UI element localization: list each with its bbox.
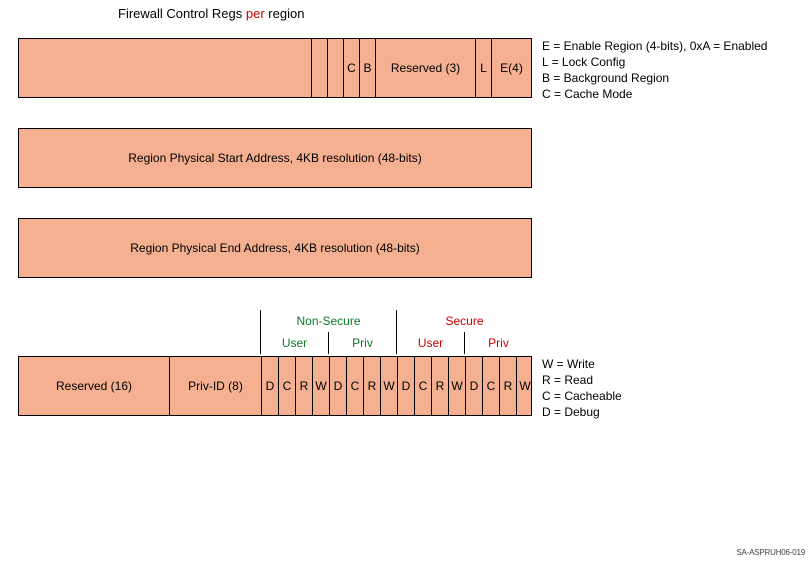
field-c: C <box>343 39 359 97</box>
field-reserved3: Reserved (3) <box>375 39 475 97</box>
title-per: per <box>246 6 265 21</box>
hdr-secure: Secure <box>396 310 532 332</box>
diagram-title: Firewall Control Regs per region <box>0 0 811 31</box>
s-user-d: D <box>397 357 414 415</box>
legend-c: C = Cache Mode <box>542 86 767 102</box>
hdr-ns-user: User <box>260 332 328 354</box>
s-priv-w: W <box>516 357 533 415</box>
figure-id: SA-ASPRUH06-019 <box>736 548 805 557</box>
s-user-r: R <box>431 357 448 415</box>
start-addr-label: Region Physical Start Address, 4KB resol… <box>128 151 421 165</box>
ns-user-w: W <box>312 357 329 415</box>
ns-priv-r: R <box>363 357 380 415</box>
title-pre: Firewall Control Regs <box>118 6 246 21</box>
hdr-s-priv: Priv <box>464 332 532 354</box>
legend-permissions: W = Write R = Read C = Cacheable D = Deb… <box>542 356 622 420</box>
legend-r: R = Read <box>542 372 622 388</box>
ns-user-c: C <box>278 357 295 415</box>
ns-priv-c: C <box>346 357 363 415</box>
register-row-end-addr: Region Physical End Address, 4KB resolut… <box>18 218 532 278</box>
title-post: region <box>265 6 305 21</box>
s-user-w: W <box>448 357 465 415</box>
s-priv-r: R <box>499 357 516 415</box>
field-l: L <box>475 39 491 97</box>
legend-control: E = Enable Region (4-bits), 0xA = Enable… <box>542 38 767 102</box>
field-e4: E(4) <box>491 39 531 97</box>
hdr-lead-blank <box>18 332 260 354</box>
hdr-ns-priv: Priv <box>328 332 396 354</box>
legend-e: E = Enable Region (4-bits), 0xA = Enable… <box>542 38 767 54</box>
ns-user-d: D <box>261 357 278 415</box>
ns-priv-d: D <box>329 357 346 415</box>
field-privid: Priv-ID (8) <box>169 357 261 415</box>
register-row-control: C B Reserved (3) L E(4) <box>18 38 532 98</box>
field-b: B <box>359 39 375 97</box>
ns-user-r: R <box>295 357 312 415</box>
hdr-s-user: User <box>396 332 464 354</box>
register-row-start-addr: Region Physical Start Address, 4KB resol… <box>18 128 532 188</box>
hdr-nonsecure: Non-Secure <box>260 310 396 332</box>
register-row-permissions: Reserved (16) Priv-ID (8) D C R W D C R … <box>18 356 532 416</box>
perm-headers: Non-Secure Secure User Priv User Priv <box>18 310 532 354</box>
legend-b: B = Background Region <box>542 70 767 86</box>
end-addr-label: Region Physical End Address, 4KB resolut… <box>130 241 419 255</box>
control-blank <box>19 39 311 97</box>
s-priv-d: D <box>465 357 482 415</box>
legend-l: L = Lock Config <box>542 54 767 70</box>
hdr-lead-blank <box>18 310 260 332</box>
legend-w: W = Write <box>542 356 622 372</box>
field-reserved16: Reserved (16) <box>19 357 169 415</box>
control-blank-bit <box>327 39 343 97</box>
s-priv-c: C <box>482 357 499 415</box>
legend-d: D = Debug <box>542 404 622 420</box>
legend-c2: C = Cacheable <box>542 388 622 404</box>
control-blank-bit <box>311 39 327 97</box>
s-user-c: C <box>414 357 431 415</box>
ns-priv-w: W <box>380 357 397 415</box>
